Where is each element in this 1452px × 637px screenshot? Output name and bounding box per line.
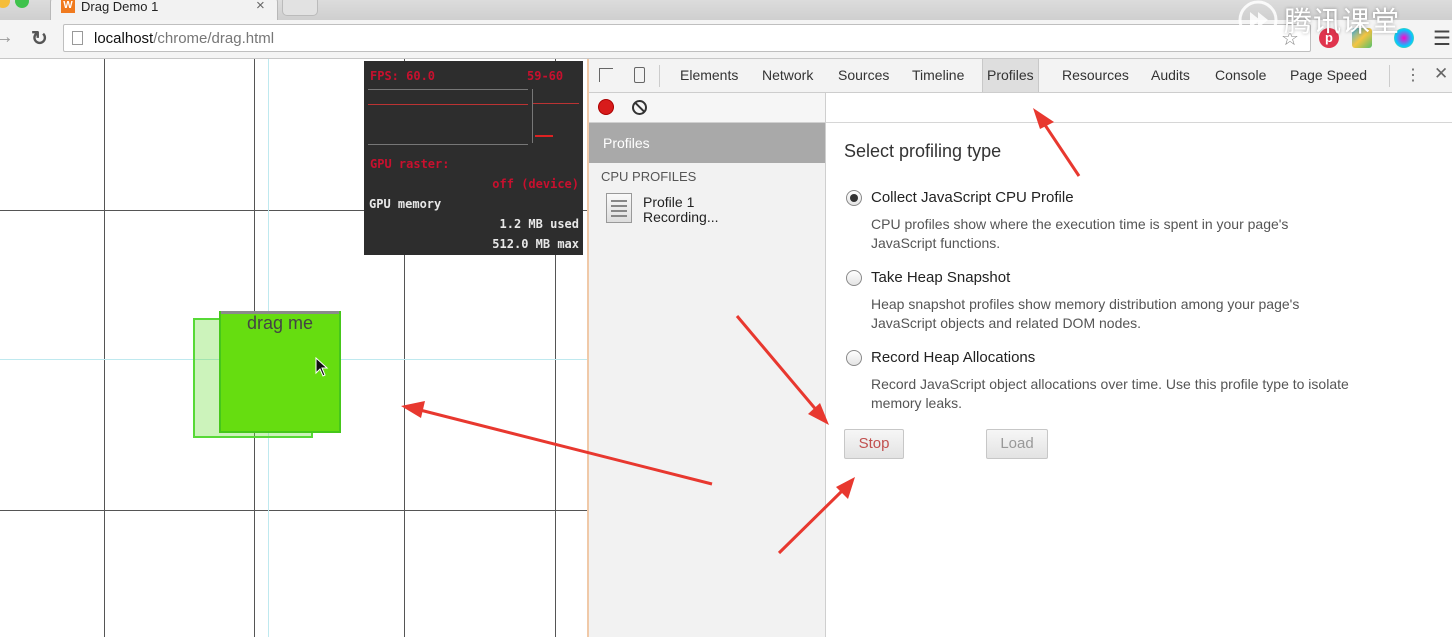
devtools-tabbar: Elements Network Sources Timeline Profil… [589,59,1452,93]
tab-favicon-icon: W [61,0,75,13]
minimize-button[interactable] [0,0,10,8]
grid-line [104,59,105,637]
page-viewport: drag me FPS: 60.0 59-60 GPU raster: off … [0,59,589,637]
main-toolbar [826,93,1452,123]
reload-icon[interactable]: ↻ [31,26,48,51]
profiles-main: Select profiling type Collect JavaScript… [826,93,1452,637]
select-profiling-title: Select profiling type [844,141,1002,161]
cursor-icon [315,357,329,377]
load-button[interactable]: Load [986,429,1048,459]
heap-allocations-desc-2: memory leaks. [871,395,963,411]
gpu-raster-label: GPU raster: [370,157,450,171]
fps-graph [368,89,528,145]
heap-allocations-radio[interactable] [846,350,862,366]
tab-page-speed[interactable]: Page Speed [1286,59,1371,92]
grid-line [0,510,587,511]
page-icon [72,31,83,45]
sidebar-header[interactable]: Profiles [589,123,825,163]
heap-snapshot-label[interactable]: Take Heap Snapshot [871,269,1010,286]
heap-allocations-desc: Record JavaScript object allocations ove… [871,376,1349,392]
gpu-memory-label: GPU memory [369,197,442,211]
address-bar[interactable]: localhost/chrome/drag.html ☆ [63,24,1311,52]
hamburger-menu-icon[interactable]: ☰ [1433,26,1451,51]
cpu-profiles-section: CPU PROFILES [601,169,697,184]
cpu-profile-desc-2: JavaScript functions. [871,235,1001,251]
drag-label: drag me [246,313,314,333]
profile-icon [606,193,632,223]
inspect-element-icon[interactable] [599,68,613,82]
more-options-icon[interactable]: ⋮ [1405,65,1421,85]
tab-network[interactable]: Network [758,59,817,92]
tab-profiles[interactable]: Profiles [982,59,1039,92]
tab-title: Drag Demo 1 [81,0,159,14]
tab-audits[interactable]: Audits [1147,59,1194,92]
clear-icon[interactable] [632,100,647,115]
fps-histogram [532,89,579,143]
tab-close-icon[interactable]: × [256,0,265,14]
heap-snapshot-desc: Heap snapshot profiles show memory distr… [871,296,1300,312]
tab-timeline[interactable]: Timeline [908,59,968,92]
devtools-panel: Elements Network Sources Timeline Profil… [589,59,1452,637]
tab-sources[interactable]: Sources [834,59,893,92]
url-host: localhost [94,30,154,47]
watermark-text: 腾讯课堂 [1284,5,1401,38]
stop-button[interactable]: Stop [844,429,904,459]
watermark-logo-icon [1238,0,1278,40]
profile-status: Recording... [643,209,719,225]
divider [659,65,660,87]
url-text: localhost/chrome/drag.html [94,30,274,47]
cpu-profile-desc: CPU profiles show where the execution ti… [871,216,1289,232]
cpu-profile-radio[interactable] [846,190,862,206]
zoom-button[interactable] [15,0,29,8]
record-icon[interactable] [599,100,613,114]
gpu-memory-used: 1.2 MB used [499,217,579,231]
divider [1389,65,1390,87]
device-mode-icon[interactable] [634,67,645,83]
browser-tab[interactable]: W Drag Demo 1 × [50,0,278,20]
gpu-memory-max: 512.0 MB max [492,237,579,251]
gpu-raster-value: off (device) [492,177,579,191]
fps-value: FPS: 60.0 [370,69,436,83]
fps-meter: FPS: 60.0 59-60 GPU raster: off (device)… [364,61,583,255]
tab-elements[interactable]: Elements [676,59,742,92]
close-devtools-icon[interactable]: ✕ [1434,64,1448,84]
profile-name[interactable]: Profile 1 [643,194,694,210]
heap-snapshot-radio[interactable] [846,270,862,286]
new-tab-button[interactable] [282,0,318,16]
heap-allocations-label[interactable]: Record Heap Allocations [871,349,1035,366]
cpu-profile-label[interactable]: Collect JavaScript CPU Profile [871,189,1074,206]
fps-range: 59-60 [527,69,564,83]
tab-console[interactable]: Console [1211,59,1270,92]
tab-resources[interactable]: Resources [1058,59,1133,92]
profiles-sidebar: Profiles CPU PROFILES Profile 1 Recordin… [589,93,826,637]
heap-snapshot-desc-2: JavaScript objects and related DOM nodes… [871,315,1142,331]
url-path: /chrome/drag.html [153,30,275,47]
forward-arrow-icon[interactable]: → [0,26,14,49]
profiles-toolbar [589,93,825,123]
